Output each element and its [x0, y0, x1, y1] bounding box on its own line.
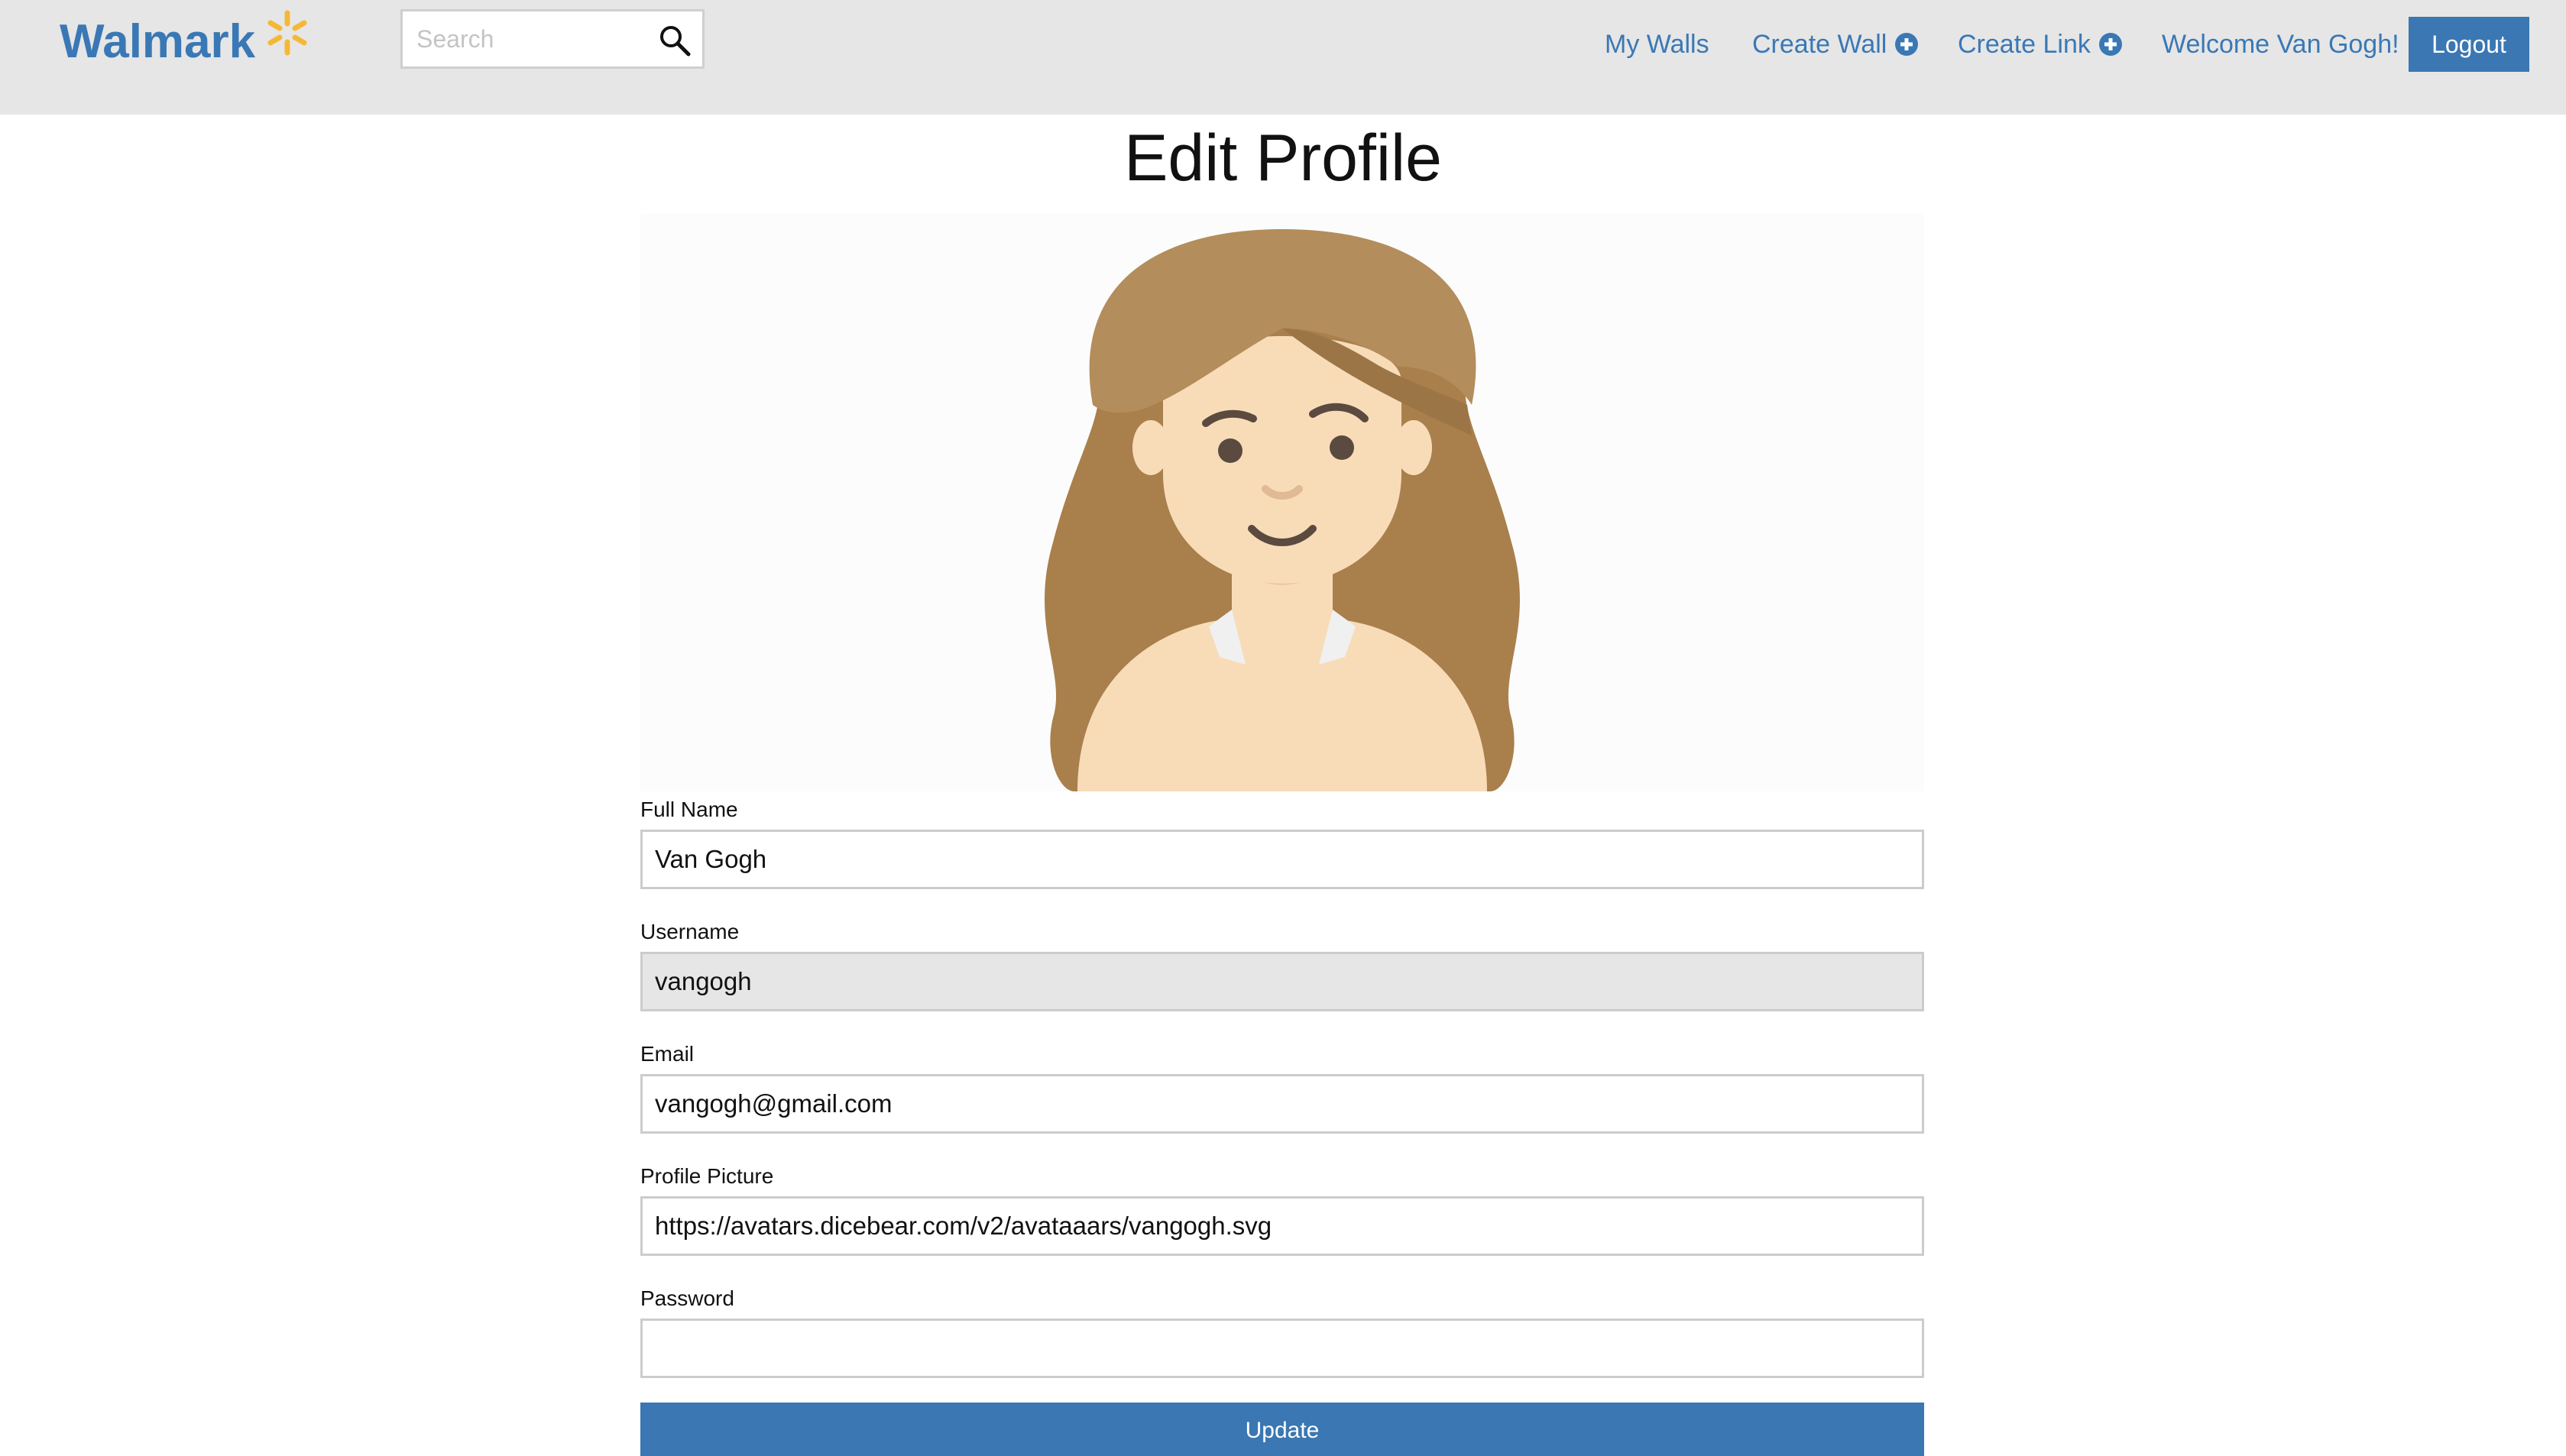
top-navbar: Walmark My Walls Create Wall [0, 0, 2566, 115]
avatar-container [640, 214, 1924, 791]
username-input [640, 952, 1924, 1011]
page-title: Edit Profile [1124, 121, 1442, 195]
nav-welcome-user[interactable]: Welcome Van Gogh! [2162, 23, 2399, 66]
brand-name: Walmark [60, 15, 256, 68]
profile-avatar-image [1045, 229, 1520, 791]
nav-create-wall-label: Create Wall [1752, 29, 1887, 59]
plus-circle-icon [2098, 33, 2122, 56]
search-box [400, 9, 705, 69]
nav-create-link[interactable]: Create Link [1958, 23, 2123, 66]
nav-my-walls[interactable]: My Walls [1605, 23, 1709, 66]
password-input[interactable] [640, 1318, 1924, 1378]
search-input[interactable] [403, 24, 647, 54]
logout-button[interactable]: Logout [2409, 17, 2529, 72]
email-input[interactable] [640, 1074, 1924, 1134]
full-name-label: Full Name [640, 798, 738, 821]
email-label: Email [640, 1042, 695, 1066]
password-label: Password [640, 1286, 734, 1310]
full-name-input[interactable] [640, 830, 1924, 889]
plus-circle-icon [1895, 33, 1919, 56]
profile-picture-url-input[interactable] [640, 1196, 1924, 1256]
welcome-text: Welcome Van Gogh! [2162, 29, 2399, 59]
username-label: Username [640, 920, 740, 943]
profile-picture-label: Profile Picture [640, 1164, 774, 1188]
nav-my-walls-label: My Walls [1605, 29, 1709, 59]
brand-logo-link[interactable]: Walmark [60, 10, 310, 72]
nav-create-link-label: Create Link [1958, 29, 2091, 59]
nav-create-wall[interactable]: Create Wall [1752, 23, 1919, 66]
spark-icon [267, 10, 307, 56]
search-icon[interactable] [658, 24, 692, 57]
